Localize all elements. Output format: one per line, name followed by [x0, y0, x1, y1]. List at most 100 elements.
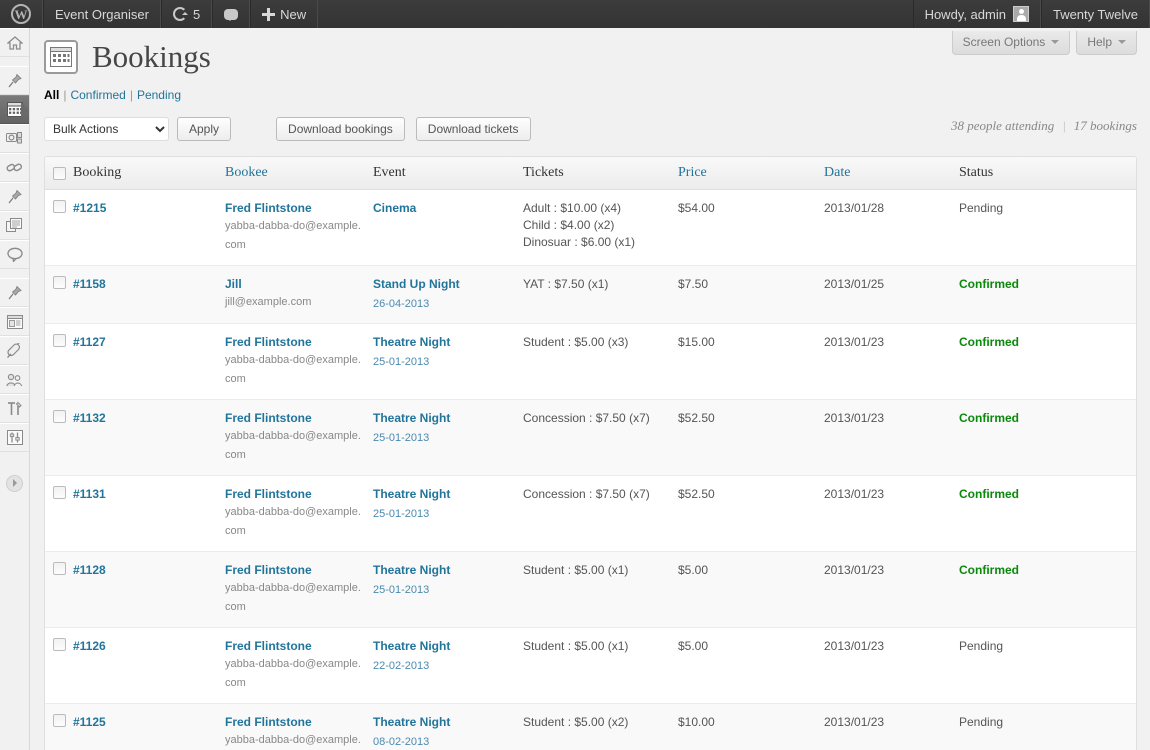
booking-id-cell: #1158	[73, 265, 225, 324]
bulk-actions-select[interactable]: Bulk Actions	[44, 117, 169, 142]
table-row: #1132 Fred Flintstone yabba-dabba-do@examp…	[45, 399, 1136, 476]
ticket-line: Dinosuar : $6.00 (x1)	[523, 235, 636, 250]
event-date: 25-01-2013	[373, 584, 430, 597]
apply-button[interactable]: Apply	[177, 117, 232, 142]
sidebar-item-pages[interactable]	[0, 182, 29, 211]
status-badge: Confirmed	[959, 563, 1019, 578]
bookee-email: yabba-dabba-do@example.com	[225, 658, 361, 690]
event-name-link[interactable]: Theatre Night	[373, 486, 516, 503]
sidebar-item-media[interactable]	[0, 124, 29, 153]
comments-menu[interactable]	[212, 0, 251, 28]
new-content-menu[interactable]: New	[250, 0, 319, 28]
row-checkbox[interactable]	[53, 334, 66, 348]
table-head: Booking Bookee Event Tickets Price Date …	[45, 157, 1136, 191]
sidebar-item-comments[interactable]	[0, 240, 29, 269]
sidebar-item-appearance[interactable]	[0, 307, 29, 336]
row-checkbox[interactable]	[53, 410, 66, 424]
bookee-name-link[interactable]: Jill	[225, 276, 366, 293]
bookings-table-wrap: Booking Bookee Event Tickets Price Date …	[44, 156, 1137, 750]
price-cell: $52.50	[678, 475, 824, 551]
bookee-name-link[interactable]: Fred Flintstone	[225, 562, 366, 579]
sidebar-item-plugins[interactable]	[0, 336, 29, 365]
help-button[interactable]: Help	[1076, 31, 1137, 55]
sidebar-item-links[interactable]	[0, 153, 29, 182]
admin-sidebar	[0, 28, 30, 750]
wordpress-logo-menu[interactable]: W	[0, 0, 43, 28]
collapse-menu-button[interactable]	[0, 470, 29, 496]
bookee-name-link[interactable]: Fred Flintstone	[225, 486, 366, 503]
bookee-name-link[interactable]: Fred Flintstone	[225, 200, 366, 217]
row-checkbox[interactable]	[53, 562, 66, 576]
bookings-table: Booking Bookee Event Tickets Price Date …	[44, 156, 1137, 750]
event-name-link[interactable]: Theatre Night	[373, 638, 516, 655]
booking-id-link[interactable]: #1127	[73, 335, 106, 349]
booking-id-link[interactable]: #1131	[73, 487, 106, 501]
sidebar-item-settings[interactable]	[0, 423, 29, 452]
event-cell: Theatre Night 22-02-2013	[373, 627, 523, 703]
settings-icon	[6, 430, 23, 445]
sidebar-item-events[interactable]	[0, 95, 29, 124]
sidebar-item-posts[interactable]	[0, 66, 29, 95]
bookee-email: yabba-dabba-do@example.com	[225, 582, 361, 614]
event-name-link[interactable]: Theatre Night	[373, 410, 516, 427]
row-checkbox[interactable]	[53, 638, 66, 652]
bookee-name-link[interactable]: Fred Flintstone	[225, 714, 366, 731]
select-all-checkbox[interactable]	[53, 166, 66, 180]
sidebar-item-users[interactable]	[0, 365, 29, 394]
screen-options-button[interactable]: Screen Options	[951, 31, 1071, 55]
row-checkbox[interactable]	[53, 714, 66, 728]
bookee-cell: Jill jill@example.com	[225, 265, 373, 324]
filter-pending[interactable]: Pending	[137, 88, 181, 102]
site-name-menu[interactable]: Event Organiser	[43, 0, 161, 28]
row-select-cell	[45, 551, 73, 628]
pin-icon	[7, 73, 22, 87]
event-name-link[interactable]: Theatre Night	[373, 334, 516, 351]
bookee-name-link[interactable]: Fred Flintstone	[225, 638, 366, 655]
filter-all[interactable]: All	[44, 88, 59, 102]
event-name-link[interactable]: Stand Up Night	[373, 276, 516, 293]
event-date: 22-02-2013	[373, 660, 430, 673]
column-header-bookee[interactable]: Bookee	[225, 157, 373, 191]
sidebar-item-tools[interactable]	[0, 394, 29, 423]
my-account-menu[interactable]: Howdy, admin	[912, 0, 1041, 28]
booking-id-link[interactable]: #1158	[73, 277, 106, 291]
row-checkbox[interactable]	[53, 486, 66, 500]
sidebar-item-documents[interactable]	[0, 211, 29, 240]
download-bookings-button[interactable]: Download bookings	[276, 117, 405, 142]
booking-id-link[interactable]: #1215	[73, 201, 106, 215]
bookings-count: 17 bookings	[1073, 118, 1137, 134]
event-name-link[interactable]: Theatre Night	[373, 714, 516, 731]
row-checkbox[interactable]	[53, 276, 66, 290]
column-header-price[interactable]: Price	[678, 157, 824, 191]
ticket-line: Student : $5.00 (x1)	[523, 563, 629, 578]
sidebar-item-dashboard[interactable]	[0, 28, 29, 57]
tools-icon	[7, 401, 22, 415]
event-name-link[interactable]: Cinema	[373, 200, 516, 217]
updates-menu[interactable]: 5	[160, 0, 213, 28]
theme-name-menu[interactable]: Twenty Twelve	[1040, 0, 1150, 28]
booking-id-link[interactable]: #1128	[73, 563, 106, 577]
download-tickets-button[interactable]: Download tickets	[415, 117, 531, 142]
booking-id-link[interactable]: #1125	[73, 715, 106, 729]
column-header-date[interactable]: Date	[824, 157, 959, 191]
event-name-link[interactable]: Theatre Night	[373, 562, 516, 579]
table-row: #1127 Fred Flintstone yabba-dabba-do@examp…	[45, 323, 1136, 399]
filter-confirmed[interactable]: Confirmed	[70, 88, 125, 102]
bookee-name-link[interactable]: Fred Flintstone	[225, 334, 366, 351]
status-badge: Pending	[959, 201, 1004, 216]
booking-date-cell: 2013/01/23	[824, 703, 959, 750]
booking-id-link[interactable]: #1132	[73, 411, 106, 425]
bookee-cell: Fred Flintstone yabba-dabba-do@example.co…	[225, 475, 373, 551]
booking-id-cell: #1126	[73, 627, 225, 703]
event-date: 25-01-2013	[373, 356, 430, 369]
row-checkbox[interactable]	[53, 200, 66, 214]
bookee-email: jill@example.com	[225, 296, 312, 309]
bookee-name-link[interactable]: Fred Flintstone	[225, 410, 366, 427]
calendar-page-icon	[44, 40, 78, 75]
booking-date-cell: 2013/01/23	[824, 475, 959, 551]
bookee-cell: Fred Flintstone yabba-dabba-do@example.co…	[225, 323, 373, 399]
price-cell: $15.00	[678, 323, 824, 399]
sidebar-item-bookings[interactable]	[0, 278, 29, 307]
booking-id-link[interactable]: #1126	[73, 639, 106, 653]
booking-date-cell: 2013/01/23	[824, 323, 959, 399]
